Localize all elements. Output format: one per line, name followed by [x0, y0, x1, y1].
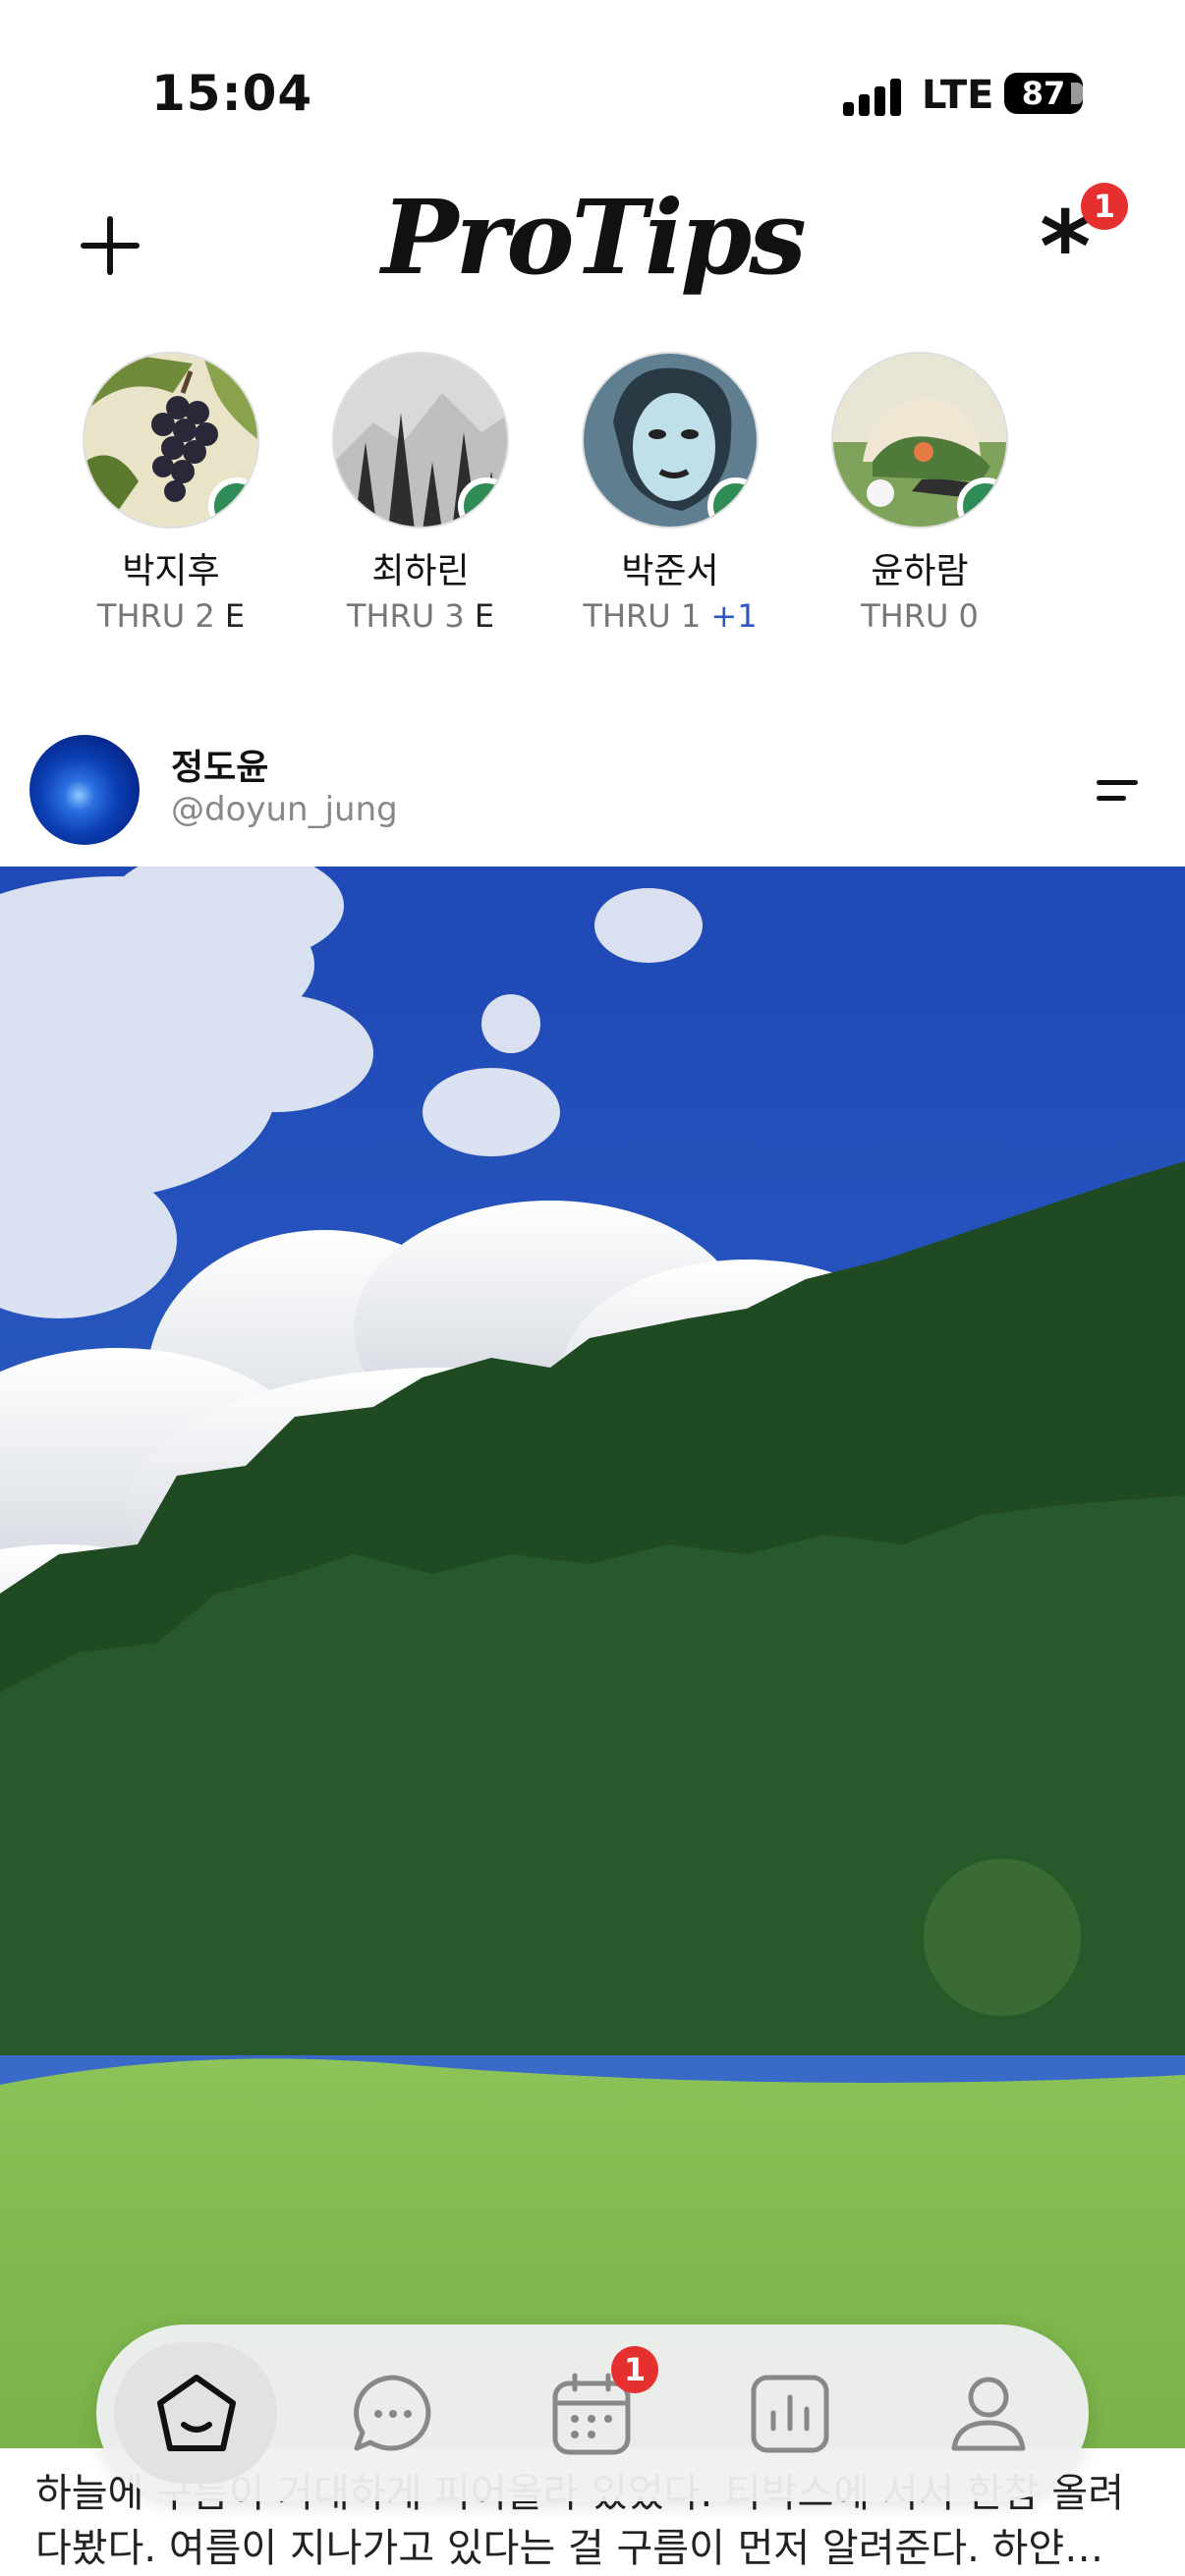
- story-name: 최하린: [371, 551, 470, 591]
- calendar-badge: 1: [611, 2346, 658, 2393]
- post-author-handle: @doyun_jung: [171, 790, 398, 829]
- post-author-name[interactable]: 정도윤: [171, 739, 268, 790]
- tab-bar: 1: [96, 2324, 1089, 2501]
- story-item[interactable]: 박지후 THRU 2 E: [73, 352, 269, 635]
- online-status-dot: [458, 477, 507, 527]
- app-logo: ProTips: [381, 177, 807, 298]
- post-photo[interactable]: [0, 867, 1185, 2448]
- status-time: 15:04: [151, 65, 313, 122]
- story-name: 박준서: [621, 551, 719, 591]
- story-item[interactable]: 윤하람 THRU 0: [821, 352, 1018, 635]
- asterisk-menu-button[interactable]: *: [1040, 198, 1091, 297]
- story-avatar: [83, 352, 259, 529]
- online-status-dot: [707, 477, 757, 527]
- bar-chart-icon: [751, 2375, 829, 2453]
- tab-home[interactable]: [114, 2342, 277, 2484]
- story-name: 박지후: [122, 551, 220, 591]
- chat-bubble-icon: [354, 2375, 431, 2451]
- post-author-avatar[interactable]: [29, 735, 140, 845]
- profile-icon: [951, 2377, 1026, 2451]
- story-thru: THRU 0: [861, 597, 979, 635]
- online-status-dot: [957, 477, 1006, 527]
- battery-cap: [1071, 83, 1083, 104]
- story-avatar: [332, 352, 509, 529]
- online-status-dot: [208, 477, 257, 527]
- story-item[interactable]: 최하린 THRU 3 E: [322, 352, 519, 635]
- notification-badge: 1: [1081, 183, 1128, 230]
- home-icon: [157, 2375, 236, 2451]
- tab-profile[interactable]: [906, 2342, 1069, 2484]
- story-avatar: [831, 352, 1008, 529]
- tab-stats[interactable]: [707, 2342, 871, 2484]
- post-menu-icon[interactable]: [1097, 780, 1138, 804]
- story-avatar: [582, 352, 759, 529]
- story-thru: THRU 1 +1: [583, 597, 758, 635]
- story-item[interactable]: 박준서 THRU 1 +1: [572, 352, 768, 635]
- caption-line: 다봤다. 여름이 지나가고 있다는 걸 구름이 먼저 알려준다. 하얀…: [35, 2526, 1104, 2571]
- story-name: 윤하람: [871, 551, 969, 591]
- story-thru: THRU 2 E: [96, 597, 246, 635]
- signal-icon: [843, 77, 902, 116]
- tab-chat[interactable]: [310, 2342, 474, 2484]
- story-thru: THRU 3 E: [346, 597, 495, 635]
- network-label: LTE: [922, 73, 994, 118]
